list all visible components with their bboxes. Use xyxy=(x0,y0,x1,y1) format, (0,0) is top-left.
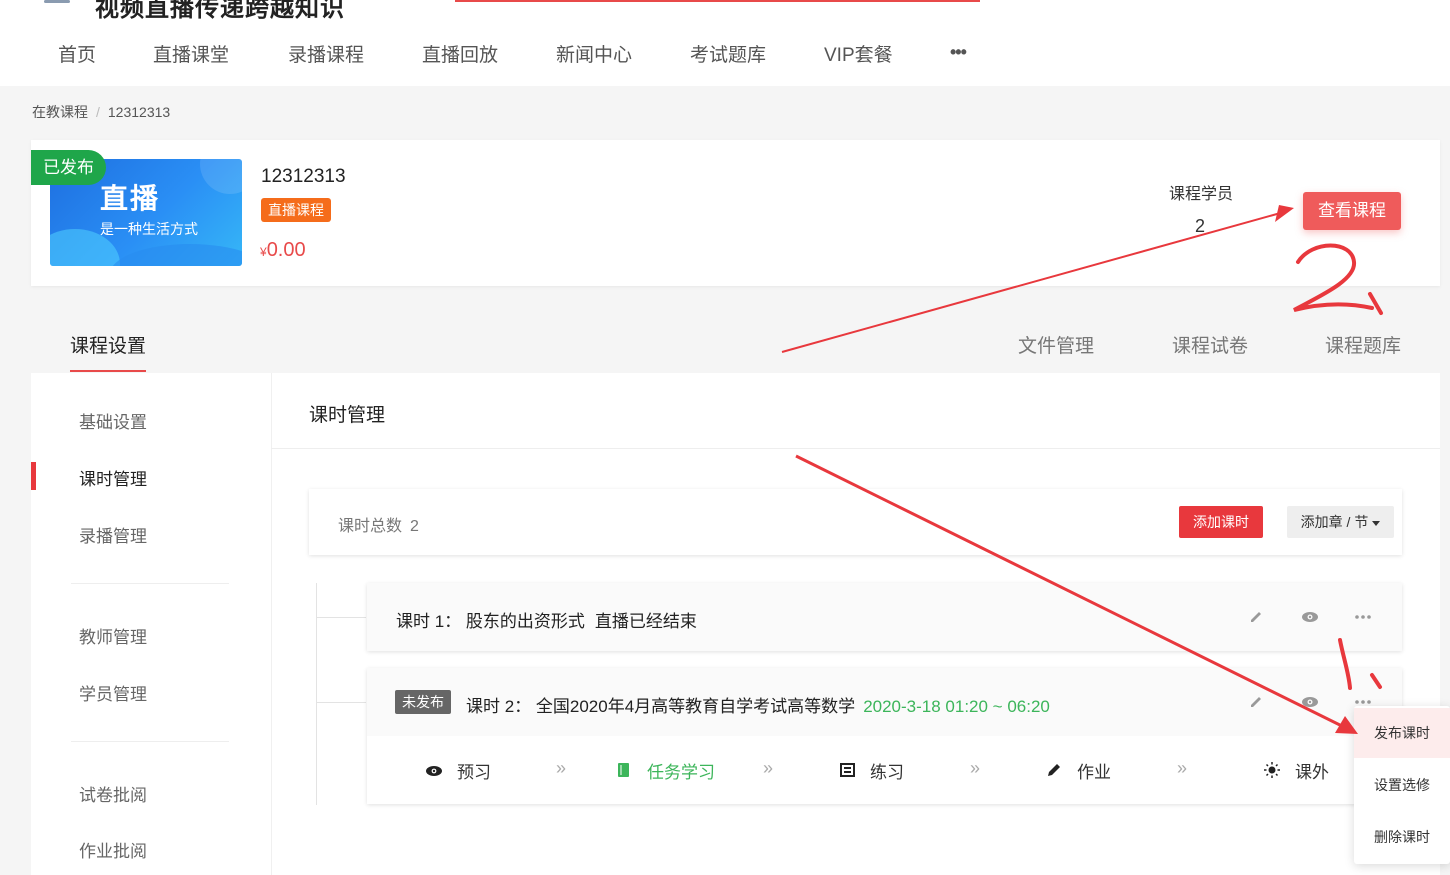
sun-icon xyxy=(1264,762,1280,778)
breadcrumb-parent[interactable]: 在教课程 xyxy=(32,104,88,120)
published-badge: 已发布 xyxy=(31,150,106,185)
course-type-tag: 直播课程 xyxy=(261,198,331,222)
eye-icon[interactable] xyxy=(1300,693,1320,711)
students-label: 课程学员 xyxy=(1169,186,1234,203)
students-count[interactable]: 2 xyxy=(1195,216,1205,237)
unpublished-badge: 未发布 xyxy=(395,690,451,714)
lesson-steps: 预习 » 任务学习 » 练习 » 作业 » 课外 xyxy=(367,736,1402,804)
step-label: 课外 xyxy=(1295,763,1329,782)
book-icon xyxy=(618,763,629,777)
edit-icon[interactable] xyxy=(1247,693,1267,711)
step-label: 预习 xyxy=(457,763,491,782)
sidebar-item-homework-review[interactable]: 作业批阅 xyxy=(79,837,147,862)
add-chapter-label: 添加章 / 节 xyxy=(1300,514,1369,530)
tab-course-papers[interactable]: 课程试卷 xyxy=(1172,331,1248,358)
eye-icon xyxy=(426,766,442,776)
sidebar-item-lesson-management[interactable]: 课时管理 xyxy=(79,465,147,490)
content-title-divider xyxy=(271,448,1440,449)
chevron-right-icon: » xyxy=(556,758,567,778)
lesson-header: 未发布 课时 2： 全国2020年4月高等教育自学考试高等数学 2020-3-18… xyxy=(367,668,1402,736)
sidebar-item-basic-settings[interactable]: 基础设置 xyxy=(79,408,147,433)
nav-vip-package[interactable]: VIP套餐 xyxy=(824,40,893,67)
breadcrumb-separator: / xyxy=(96,104,100,120)
sidebar-item-student-management[interactable]: 学员管理 xyxy=(79,680,147,705)
tab-course-settings[interactable]: 课程设置 xyxy=(70,331,146,358)
step-practice[interactable]: 练习 xyxy=(838,758,904,783)
cover-subtitle: 是一种生活方式 xyxy=(100,221,198,237)
sidebar-active-indicator xyxy=(31,462,36,490)
content-title: 课时管理 xyxy=(309,405,386,426)
step-homework[interactable]: 作业 xyxy=(1045,758,1111,783)
sidebar-divider xyxy=(71,741,229,742)
course-name: 12312313 xyxy=(261,166,346,187)
nav-recorded-courses[interactable]: 录播课程 xyxy=(288,40,364,67)
breadcrumb: 在教课程 / 12312313 xyxy=(32,102,170,122)
course-card: 直播 是一种生活方式 12312313 直播课程 ¥0.00 课程学员 2 查看… xyxy=(31,140,1440,286)
chevron-right-icon: » xyxy=(1177,758,1188,778)
sidebar-item-teacher-management[interactable]: 教师管理 xyxy=(79,623,147,648)
lesson-title: 课时 2： 全国2020年4月高等教育自学考试高等数学 2020-3-18 01:… xyxy=(466,692,1050,717)
lesson-header: 课时 1： 股东的出资形式 直播已经结束 xyxy=(367,583,1402,651)
step-label: 作业 xyxy=(1077,763,1111,782)
tab-file-management[interactable]: 文件管理 xyxy=(1018,331,1094,358)
settings-panel: 基础设置 课时管理 录播管理 教师管理 学员管理 试卷批阅 作业批阅 课时管理 … xyxy=(31,373,1440,875)
nav-exam-bank[interactable]: 考试题库 xyxy=(690,40,766,67)
tree-connector xyxy=(316,702,366,703)
tab-active-indicator xyxy=(70,370,146,372)
lesson-status: 直播已经结束 xyxy=(594,612,697,631)
course-price: ¥0.00 xyxy=(260,239,306,262)
lesson-title-text: 课时 1： 股东的出资形式 xyxy=(396,612,585,631)
pencil-icon xyxy=(1048,764,1060,776)
add-chapter-button[interactable]: 添加章 / 节 xyxy=(1287,506,1394,538)
cover-title: 直播 xyxy=(100,183,161,214)
lesson-summary-bar: 课时总数 2 添加课时 添加章 / 节 xyxy=(309,489,1402,555)
view-course-button[interactable]: 查看课程 xyxy=(1303,192,1401,230)
lesson-actions-dropdown: 发布课时 设置选修 删除课时 xyxy=(1354,706,1450,864)
step-preview[interactable]: 预习 xyxy=(425,758,491,783)
lesson-title: 课时 1： 股东的出资形式 直播已经结束 xyxy=(396,607,697,632)
tree-connector xyxy=(316,617,366,618)
lesson-total: 课时总数 2 xyxy=(338,512,419,536)
price-currency: ¥ xyxy=(260,245,267,259)
nav-news-center[interactable]: 新闻中心 xyxy=(556,40,632,67)
breadcrumb-current: 12312313 xyxy=(107,104,171,120)
chevron-right-icon: » xyxy=(970,758,981,778)
step-label: 练习 xyxy=(870,763,904,782)
eye-icon[interactable] xyxy=(1300,608,1320,626)
dropdown-item-publish-lesson[interactable]: 发布课时 xyxy=(1354,708,1450,758)
nav-live-class[interactable]: 直播课堂 xyxy=(153,40,229,67)
sidebar-item-recording-management[interactable]: 录播管理 xyxy=(79,522,147,547)
nav-more-icon[interactable]: ••• xyxy=(950,42,967,63)
lesson-time: 2020-3-18 01:20 ~ 06:20 xyxy=(863,697,1050,716)
caret-down-icon xyxy=(1372,520,1381,526)
price-value: 0.00 xyxy=(266,239,306,261)
add-lesson-button[interactable]: 添加课时 xyxy=(1179,506,1263,538)
sidebar-item-paper-review[interactable]: 试卷批阅 xyxy=(79,781,147,806)
tab-question-bank[interactable]: 课程题库 xyxy=(1325,331,1401,358)
nav-live-replay[interactable]: 直播回放 xyxy=(422,40,498,67)
top-header: 视频直播传递跨越知识 首页 直播课堂 录播课程 直播回放 新闻中心 考试题库 V… xyxy=(0,0,1450,86)
site-title: 视频直播传递跨越知识 xyxy=(95,0,345,22)
list-icon xyxy=(840,763,855,777)
logo-icon xyxy=(44,0,70,14)
chevron-right-icon: » xyxy=(763,758,774,778)
lesson-item[interactable]: 未发布 课时 2： 全国2020年4月高等教育自学考试高等数学 2020-3-18… xyxy=(367,668,1402,804)
lesson-item[interactable]: 课时 1： 股东的出资形式 直播已经结束 xyxy=(367,583,1402,651)
title-underline xyxy=(455,0,980,2)
step-extracurricular[interactable]: 课外 xyxy=(1263,758,1329,783)
dropdown-item-set-elective[interactable]: 设置选修 xyxy=(1354,760,1450,810)
sidebar-divider xyxy=(71,583,229,584)
dropdown-item-delete-lesson[interactable]: 删除课时 xyxy=(1354,812,1450,862)
lesson-total-label: 课时总数 xyxy=(338,518,403,535)
settings-sidebar: 基础设置 课时管理 录播管理 教师管理 学员管理 试卷批阅 作业批阅 xyxy=(31,373,271,875)
lesson-total-count: 2 xyxy=(410,518,419,535)
step-task-learning[interactable]: 任务学习 xyxy=(615,758,715,783)
step-label: 任务学习 xyxy=(647,763,715,782)
edit-icon[interactable] xyxy=(1247,608,1267,626)
lesson-title-text: 课时 2： 全国2020年4月高等教育自学考试高等数学 xyxy=(466,697,856,716)
more-icon[interactable] xyxy=(1353,608,1373,626)
nav-home[interactable]: 首页 xyxy=(58,40,96,67)
